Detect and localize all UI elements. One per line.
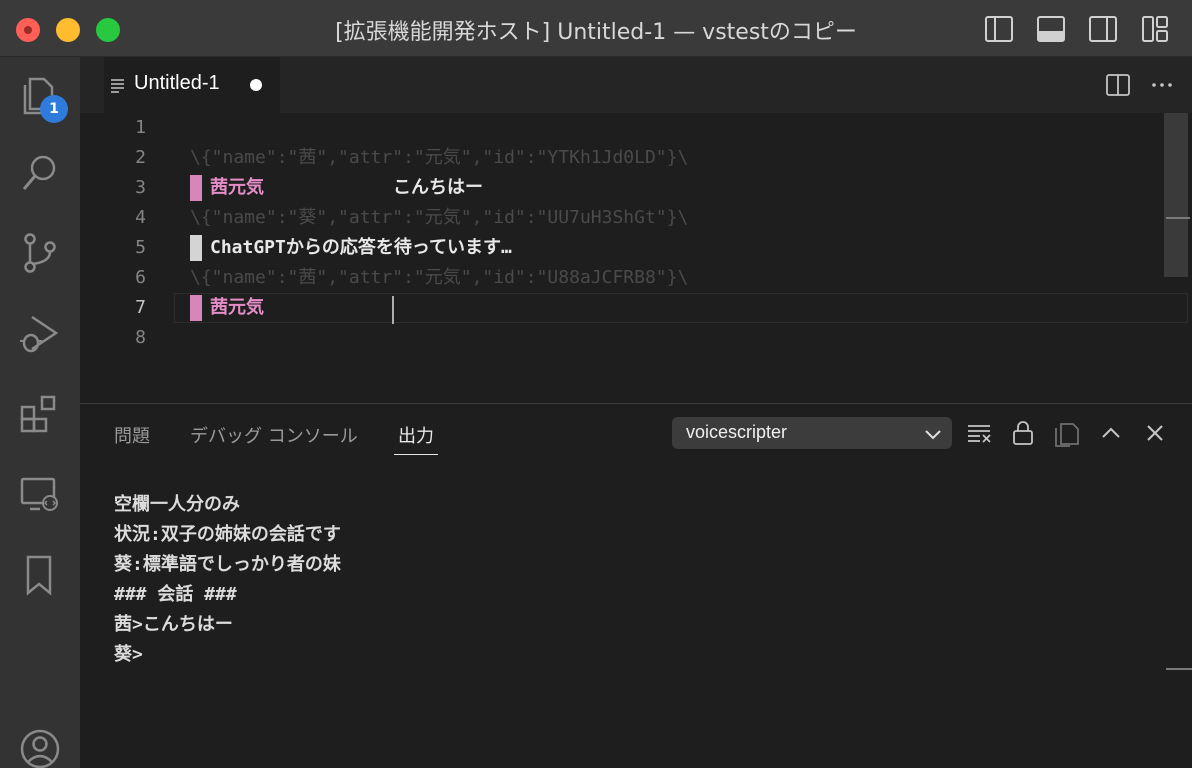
tab-untitled-1[interactable]: Untitled-1: [104, 57, 280, 113]
tab-problems[interactable]: 問題: [114, 422, 150, 448]
run-debug-icon[interactable]: [16, 309, 64, 357]
accounts-icon[interactable]: [16, 725, 64, 768]
speaker-marker: [190, 175, 202, 201]
title-bar: [拡張機能開発ホスト] Untitled-1 — vstestのコピー: [0, 0, 1192, 57]
speaker-marker: [190, 235, 202, 261]
ghost-metadata: \{"name":"葵","attr":"元気","id":"UU7uH3ShG…: [190, 207, 689, 228]
ghost-metadata: \{"name":"茜","attr":"元気","id":"U88aJCFRB…: [190, 267, 689, 288]
panel-scrollbar-marker: [1166, 668, 1192, 670]
code-line[interactable]: 2 \{"name":"茜","attr":"元気","id":"YTKh1Jd…: [80, 143, 1192, 173]
tab-output[interactable]: 出力: [398, 422, 434, 448]
code-line[interactable]: 6 \{"name":"茜","attr":"元気","id":"U88aJCF…: [80, 263, 1192, 293]
customize-layout-icon[interactable]: [1140, 14, 1170, 44]
bottom-panel: 問題 デバッグ コンソール 出力 voicescripter 空欄一人分のみ 状…: [80, 403, 1192, 768]
speech-text: こんちはー: [393, 177, 483, 198]
tab-debug-console[interactable]: デバッグ コンソール: [190, 422, 358, 448]
line-number: 5: [135, 237, 146, 258]
explorer-badge: 1: [40, 95, 68, 123]
text-cursor: [392, 296, 394, 324]
bookmarks-icon[interactable]: [16, 551, 64, 599]
output-line: 空欄一人分のみ: [114, 494, 240, 515]
output-line: 茜>こんちはー: [114, 614, 233, 635]
line-number: 7: [135, 297, 146, 318]
toggle-panel-icon[interactable]: [1036, 14, 1066, 44]
output-log[interactable]: 空欄一人分のみ 状況:双子の姉妹の会話です 葵:標準語でしっかり者の妹 ### …: [114, 490, 341, 670]
editor[interactable]: 1 2 \{"name":"茜","attr":"元気","id":"YTKh1…: [80, 113, 1192, 403]
line-number: 2: [135, 147, 146, 168]
output-channel-value: voicescripter: [686, 422, 788, 442]
split-editor-icon[interactable]: [1104, 71, 1132, 99]
line-number: 6: [135, 267, 146, 288]
text-file-icon: [111, 79, 124, 93]
output-line: 状況:双子の姉妹の会話です: [114, 524, 341, 545]
line-number: 1: [135, 117, 146, 138]
clear-output-icon[interactable]: [964, 418, 994, 448]
output-line: 葵:標準語でしっかり者の妹: [114, 554, 341, 575]
search-icon[interactable]: [16, 149, 64, 197]
maximize-panel-icon[interactable]: [1096, 418, 1126, 448]
ghost-metadata: \{"name":"茜","attr":"元気","id":"YTKh1Jd0L…: [190, 147, 689, 168]
output-channel-select[interactable]: voicescripter: [672, 417, 952, 449]
chevron-down-icon: [925, 430, 941, 440]
code-line[interactable]: 5 ChatGPTからの応答を待っています…: [80, 233, 1192, 263]
code-line[interactable]: 3 茜元気 こんちはー: [80, 173, 1192, 203]
code-line[interactable]: 1: [80, 113, 1192, 143]
active-tab-indicator: [394, 454, 438, 455]
toggle-secondary-sidebar-icon[interactable]: [1088, 14, 1118, 44]
editor-scrollbar[interactable]: [1164, 113, 1188, 277]
remote-explorer-icon[interactable]: [16, 471, 64, 519]
more-actions-icon[interactable]: [1148, 71, 1176, 99]
tab-label: Untitled-1: [134, 72, 220, 94]
unsaved-dot-icon[interactable]: [250, 79, 262, 91]
speaker-label: 茜元気: [210, 297, 264, 318]
toggle-primary-sidebar-icon[interactable]: [984, 14, 1014, 44]
speaker-marker: [190, 295, 202, 321]
speaker-label: 茜元気: [210, 177, 264, 198]
code-line[interactable]: 4 \{"name":"葵","attr":"元気","id":"UU7uH3S…: [80, 203, 1192, 233]
code-line[interactable]: 7 茜元気: [80, 293, 1192, 323]
waiting-text: ChatGPTからの応答を待っています…: [210, 237, 512, 258]
output-line: 葵>: [114, 644, 143, 665]
extensions-icon[interactable]: [16, 391, 64, 439]
scrollbar-marker: [1166, 217, 1190, 219]
open-in-editor-icon[interactable]: [1052, 418, 1082, 448]
source-control-icon[interactable]: [16, 229, 64, 277]
code-line[interactable]: 8: [80, 323, 1192, 353]
activity-bar: 1: [0, 57, 80, 768]
lock-scroll-icon[interactable]: [1008, 418, 1038, 448]
line-number: 3: [135, 177, 146, 198]
line-number: 4: [135, 207, 146, 228]
close-panel-icon[interactable]: [1140, 418, 1170, 448]
output-line: ### 会話 ###: [114, 584, 237, 605]
line-number: 8: [135, 327, 146, 348]
editor-tabs: Untitled-1: [80, 57, 1192, 113]
